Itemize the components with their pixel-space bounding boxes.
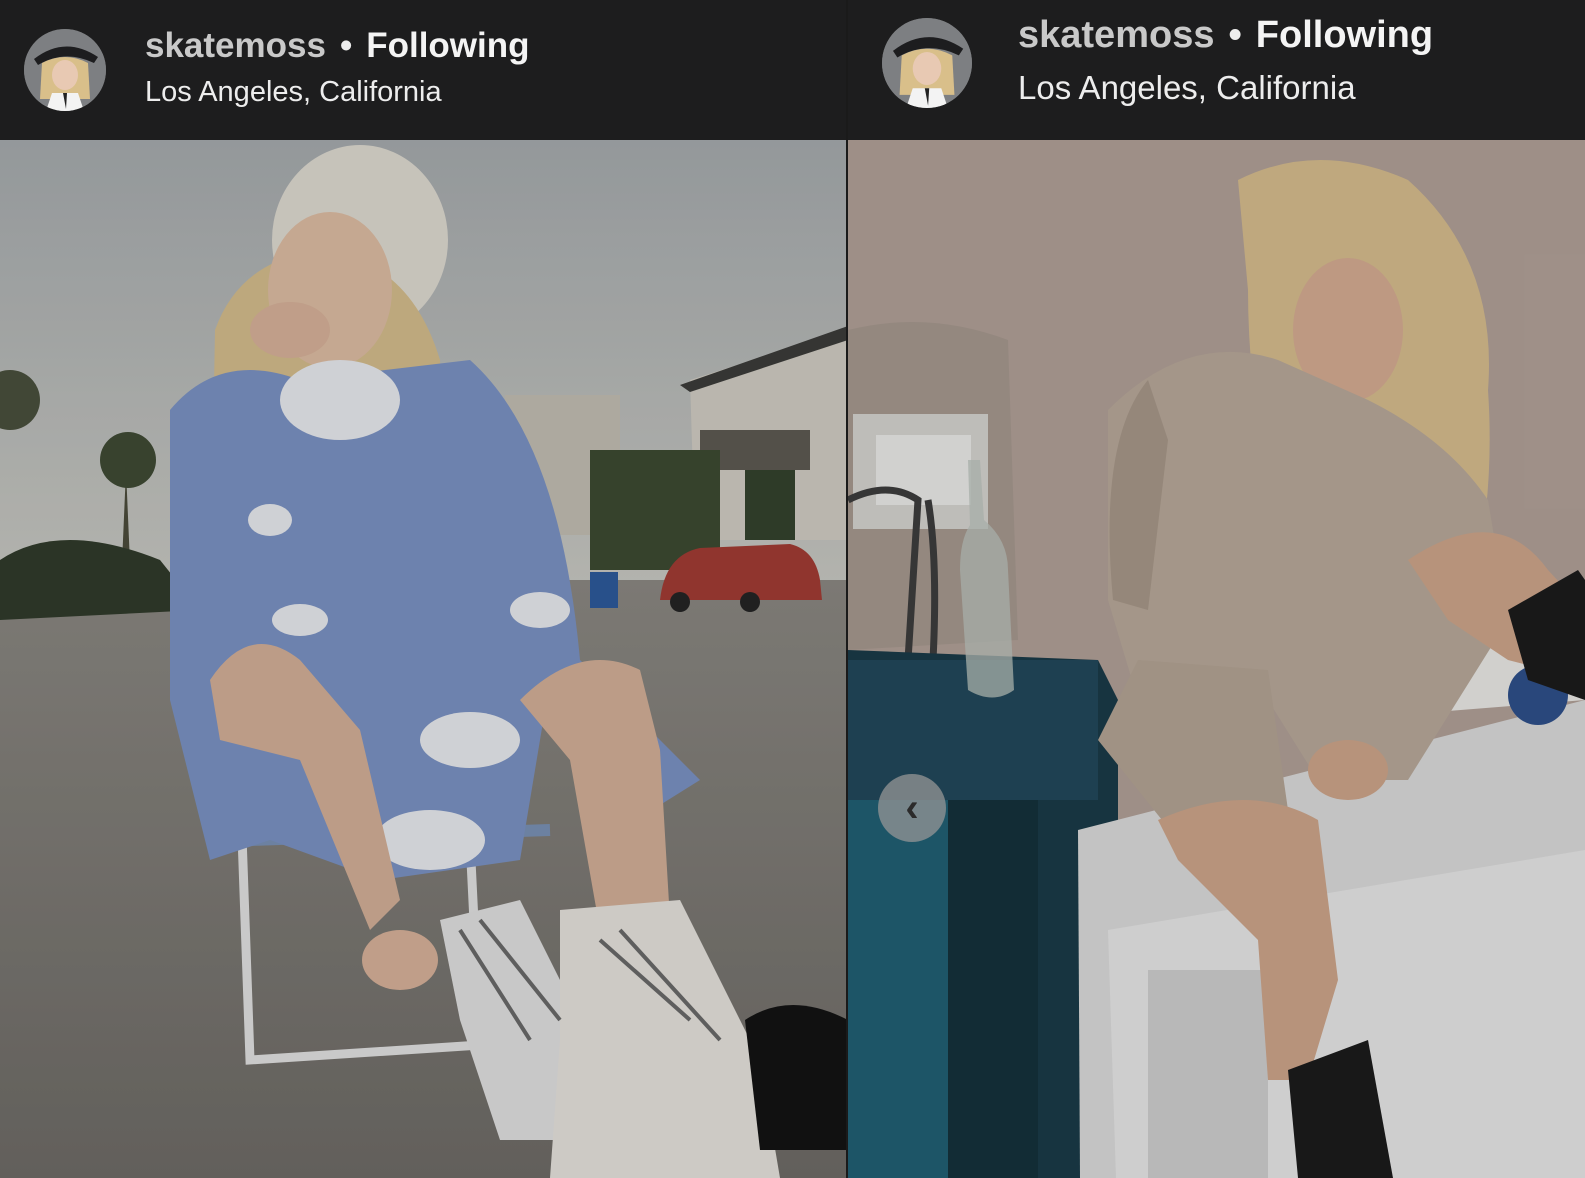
- avatar-image-icon: [882, 18, 972, 108]
- avatar-image-icon: [24, 29, 106, 111]
- post-header: skatemoss • Following Los Angeles, Calif…: [848, 0, 1585, 140]
- chevron-left-icon: ‹: [905, 786, 919, 830]
- location-link[interactable]: Los Angeles, California: [1018, 69, 1433, 107]
- following-button[interactable]: Following: [1256, 14, 1433, 57]
- following-button[interactable]: Following: [366, 26, 529, 66]
- photo-image-icon: [0, 140, 848, 1178]
- location-link[interactable]: Los Angeles, California: [145, 76, 530, 109]
- username-link[interactable]: skatemoss: [145, 26, 326, 66]
- post-right: skatemoss • Following Los Angeles, Calif…: [848, 0, 1585, 1178]
- post-photo[interactable]: ‹: [848, 140, 1585, 1178]
- separator-dot: •: [339, 26, 353, 65]
- post-header-text: skatemoss • Following Los Angeles, Calif…: [1018, 14, 1433, 107]
- photo-image-icon: [848, 140, 1585, 1178]
- screenshot-stage: skatemoss • Following Los Angeles, Calif…: [0, 0, 1585, 1178]
- post-header-text: skatemoss • Following Los Angeles, Calif…: [145, 26, 530, 109]
- username-link[interactable]: skatemoss: [1018, 14, 1214, 57]
- header-top-line: skatemoss • Following: [145, 26, 530, 66]
- header-top-line: skatemoss • Following: [1018, 14, 1433, 57]
- previous-photo-button[interactable]: ‹: [878, 774, 946, 842]
- post-header: skatemoss • Following Los Angeles, Calif…: [0, 0, 848, 140]
- profile-avatar[interactable]: [882, 18, 972, 108]
- separator-dot: •: [1228, 14, 1242, 56]
- post-left: skatemoss • Following Los Angeles, Calif…: [0, 0, 848, 1178]
- profile-avatar[interactable]: [24, 29, 106, 111]
- post-photo[interactable]: [0, 140, 848, 1178]
